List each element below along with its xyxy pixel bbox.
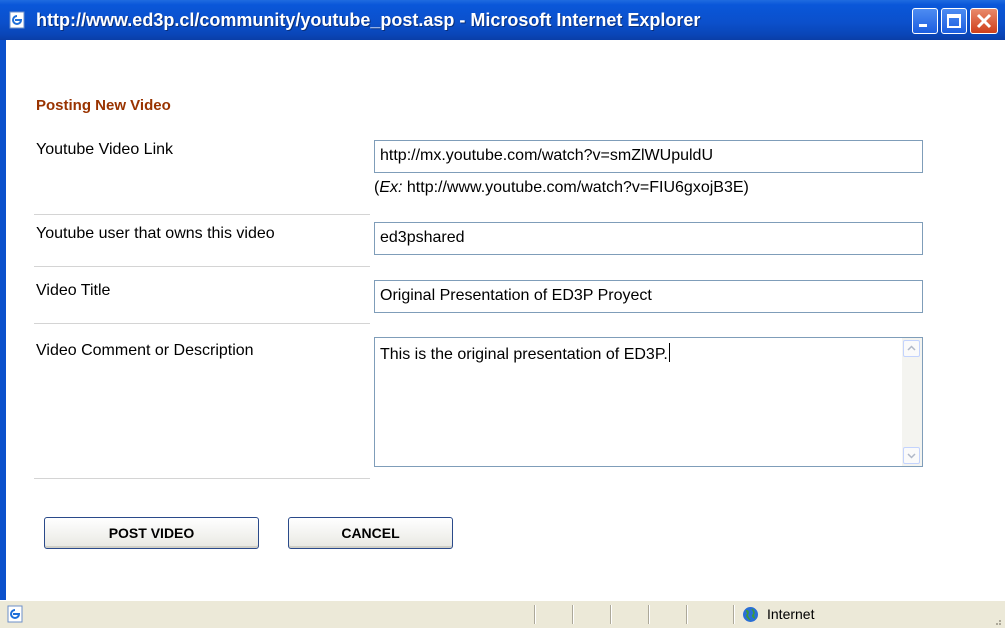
scroll-up-button[interactable] bbox=[903, 340, 920, 357]
chevron-down-icon bbox=[907, 453, 916, 459]
description-label: Video Comment or Description bbox=[36, 342, 254, 359]
cancel-button[interactable]: CANCEL bbox=[288, 517, 453, 549]
window-title: http://www.ed3p.cl/community/youtube_pos… bbox=[36, 10, 701, 30]
row-divider bbox=[34, 478, 370, 479]
example-url: http://www.youtube.com/watch?v=FIU6gxojB… bbox=[402, 179, 749, 196]
ie-page-icon bbox=[7, 605, 23, 623]
textarea-scrollbar[interactable] bbox=[902, 338, 922, 466]
security-zone-label: Internet bbox=[767, 606, 815, 622]
chevron-up-icon bbox=[907, 345, 916, 351]
link-label: Youtube Video Link bbox=[36, 141, 174, 158]
ie-page-icon bbox=[9, 11, 25, 29]
minimize-button[interactable] bbox=[912, 8, 938, 34]
status-divider bbox=[572, 605, 574, 624]
minimize-icon bbox=[919, 24, 927, 27]
description-value: This is the original presentation of ED3… bbox=[380, 346, 668, 363]
form-heading: Posting New Video bbox=[36, 97, 171, 114]
maximize-icon bbox=[947, 14, 961, 28]
row-divider bbox=[34, 214, 370, 215]
text-caret bbox=[668, 343, 670, 362]
page-content: Posting New Video Youtube Video Link htt… bbox=[6, 40, 1005, 600]
title-bar[interactable]: http://www.ed3p.cl/community/youtube_pos… bbox=[0, 0, 1005, 41]
row-divider bbox=[34, 323, 370, 324]
status-bar: Internet bbox=[0, 600, 1005, 628]
video-link-input[interactable]: http://mx.youtube.com/watch?v=smZlWUpuld… bbox=[374, 140, 923, 173]
row-divider bbox=[34, 266, 370, 267]
video-title-input[interactable]: Original Presentation of ED3P Proyect bbox=[374, 280, 923, 313]
status-divider bbox=[610, 605, 612, 624]
title-label: Video Title bbox=[36, 282, 111, 299]
link-example: (Ex: http://www.youtube.com/watch?v=FIU6… bbox=[374, 179, 749, 197]
globe-icon bbox=[743, 607, 758, 622]
status-divider bbox=[686, 605, 688, 624]
close-button[interactable] bbox=[970, 8, 998, 34]
video-owner-input[interactable]: ed3pshared bbox=[374, 222, 923, 255]
status-divider bbox=[648, 605, 650, 624]
browser-popup-window: http://www.ed3p.cl/community/youtube_pos… bbox=[0, 0, 1005, 628]
status-divider bbox=[534, 605, 536, 624]
resize-grip-icon[interactable] bbox=[992, 616, 1002, 626]
status-divider bbox=[733, 605, 735, 624]
scroll-down-button[interactable] bbox=[903, 447, 920, 464]
example-prefix: Ex: bbox=[379, 179, 403, 196]
video-description-textarea[interactable]: This is the original presentation of ED3… bbox=[374, 337, 923, 467]
description-text: This is the original presentation of ED3… bbox=[380, 343, 670, 364]
post-video-button[interactable]: POST VIDEO bbox=[44, 517, 259, 549]
close-icon bbox=[976, 13, 992, 29]
maximize-button[interactable] bbox=[941, 8, 967, 34]
owner-label: Youtube user that owns this video bbox=[36, 225, 275, 242]
